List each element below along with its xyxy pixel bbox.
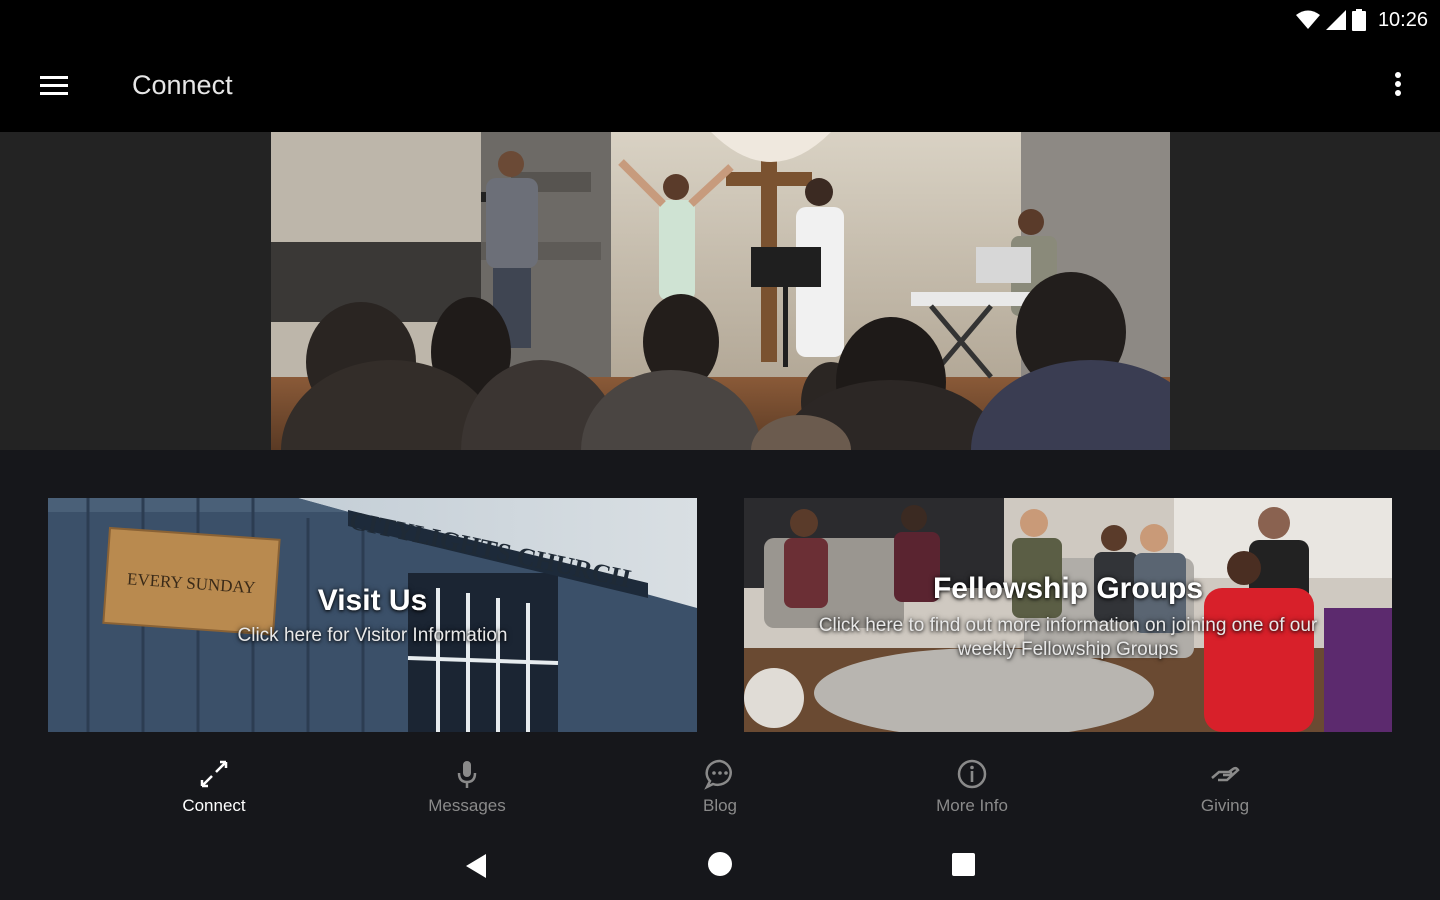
back-icon [466,854,486,878]
connect-arrows-icon [200,760,228,788]
menu-button[interactable] [26,62,82,110]
nav-item-connect[interactable]: Connect [114,750,314,830]
nav-item-messages[interactable]: Messages [367,750,567,830]
page-title: Connect [132,70,233,100]
recents-icon [952,853,975,876]
giving-hand-icon [1211,766,1240,782]
status-icons: 10:26 [1295,6,1428,34]
nav-item-blog[interactable]: Blog [620,750,820,830]
home-button[interactable] [702,848,738,884]
hero-image[interactable] [271,132,1170,450]
overflow-menu-button[interactable] [1378,62,1418,110]
info-icon [957,759,987,789]
status-time: 10:26 [1377,8,1428,31]
recents-button[interactable] [945,848,981,884]
app-bar: Connect [0,40,1440,132]
nav-label-messages: Messages [428,796,506,815]
visit-us-subtitle: Click here for Visitor Information [237,625,508,646]
fellowship-groups-card[interactable]: Fellowship Groups Click here to find out… [744,498,1392,732]
nav-item-giving[interactable]: Giving [1125,750,1325,830]
nav-label-giving: Giving [1200,796,1250,815]
nav-label-more-info: More Info [936,796,1008,815]
more-vert-icon [1395,72,1401,96]
fellowship-groups-subtitle-line1: Click here to find out more information … [818,615,1318,636]
status-bar: 10:26 [0,0,1440,40]
chat-bubble-icon [704,759,732,790]
wifi-icon [1295,10,1320,29]
nav-item-more-info[interactable]: More Info [872,750,1072,830]
visit-us-title: Visit Us [317,584,428,617]
bottom-navigation: Connect Messages Blog More Info Giving [0,750,1440,830]
nav-label-connect: Connect [182,796,246,815]
cell-signal-icon [1325,10,1346,30]
visit-us-text: Visit Us Click here for Visitor Informat… [48,584,697,648]
system-navigation-bar [0,830,1440,900]
fellowship-groups-text: Fellowship Groups Click here to find out… [744,572,1392,662]
visit-us-card[interactable]: EVERY SUNDAY CITYLIGHTS CHURCH Visit Us … [48,498,697,732]
microphone-icon [457,761,477,788]
battery-icon [1351,9,1366,31]
nav-label-blog: Blog [702,796,738,815]
hamburger-menu-icon [40,76,68,95]
back-button[interactable] [458,848,494,884]
fellowship-groups-subtitle-line2: weekly Fellowship Groups [957,639,1179,660]
content-area: EVERY SUNDAY CITYLIGHTS CHURCH Visit Us … [0,132,1440,750]
fellowship-groups-title: Fellowship Groups [932,572,1203,605]
church-worship-band-photo [271,132,1170,450]
home-icon [708,852,732,876]
